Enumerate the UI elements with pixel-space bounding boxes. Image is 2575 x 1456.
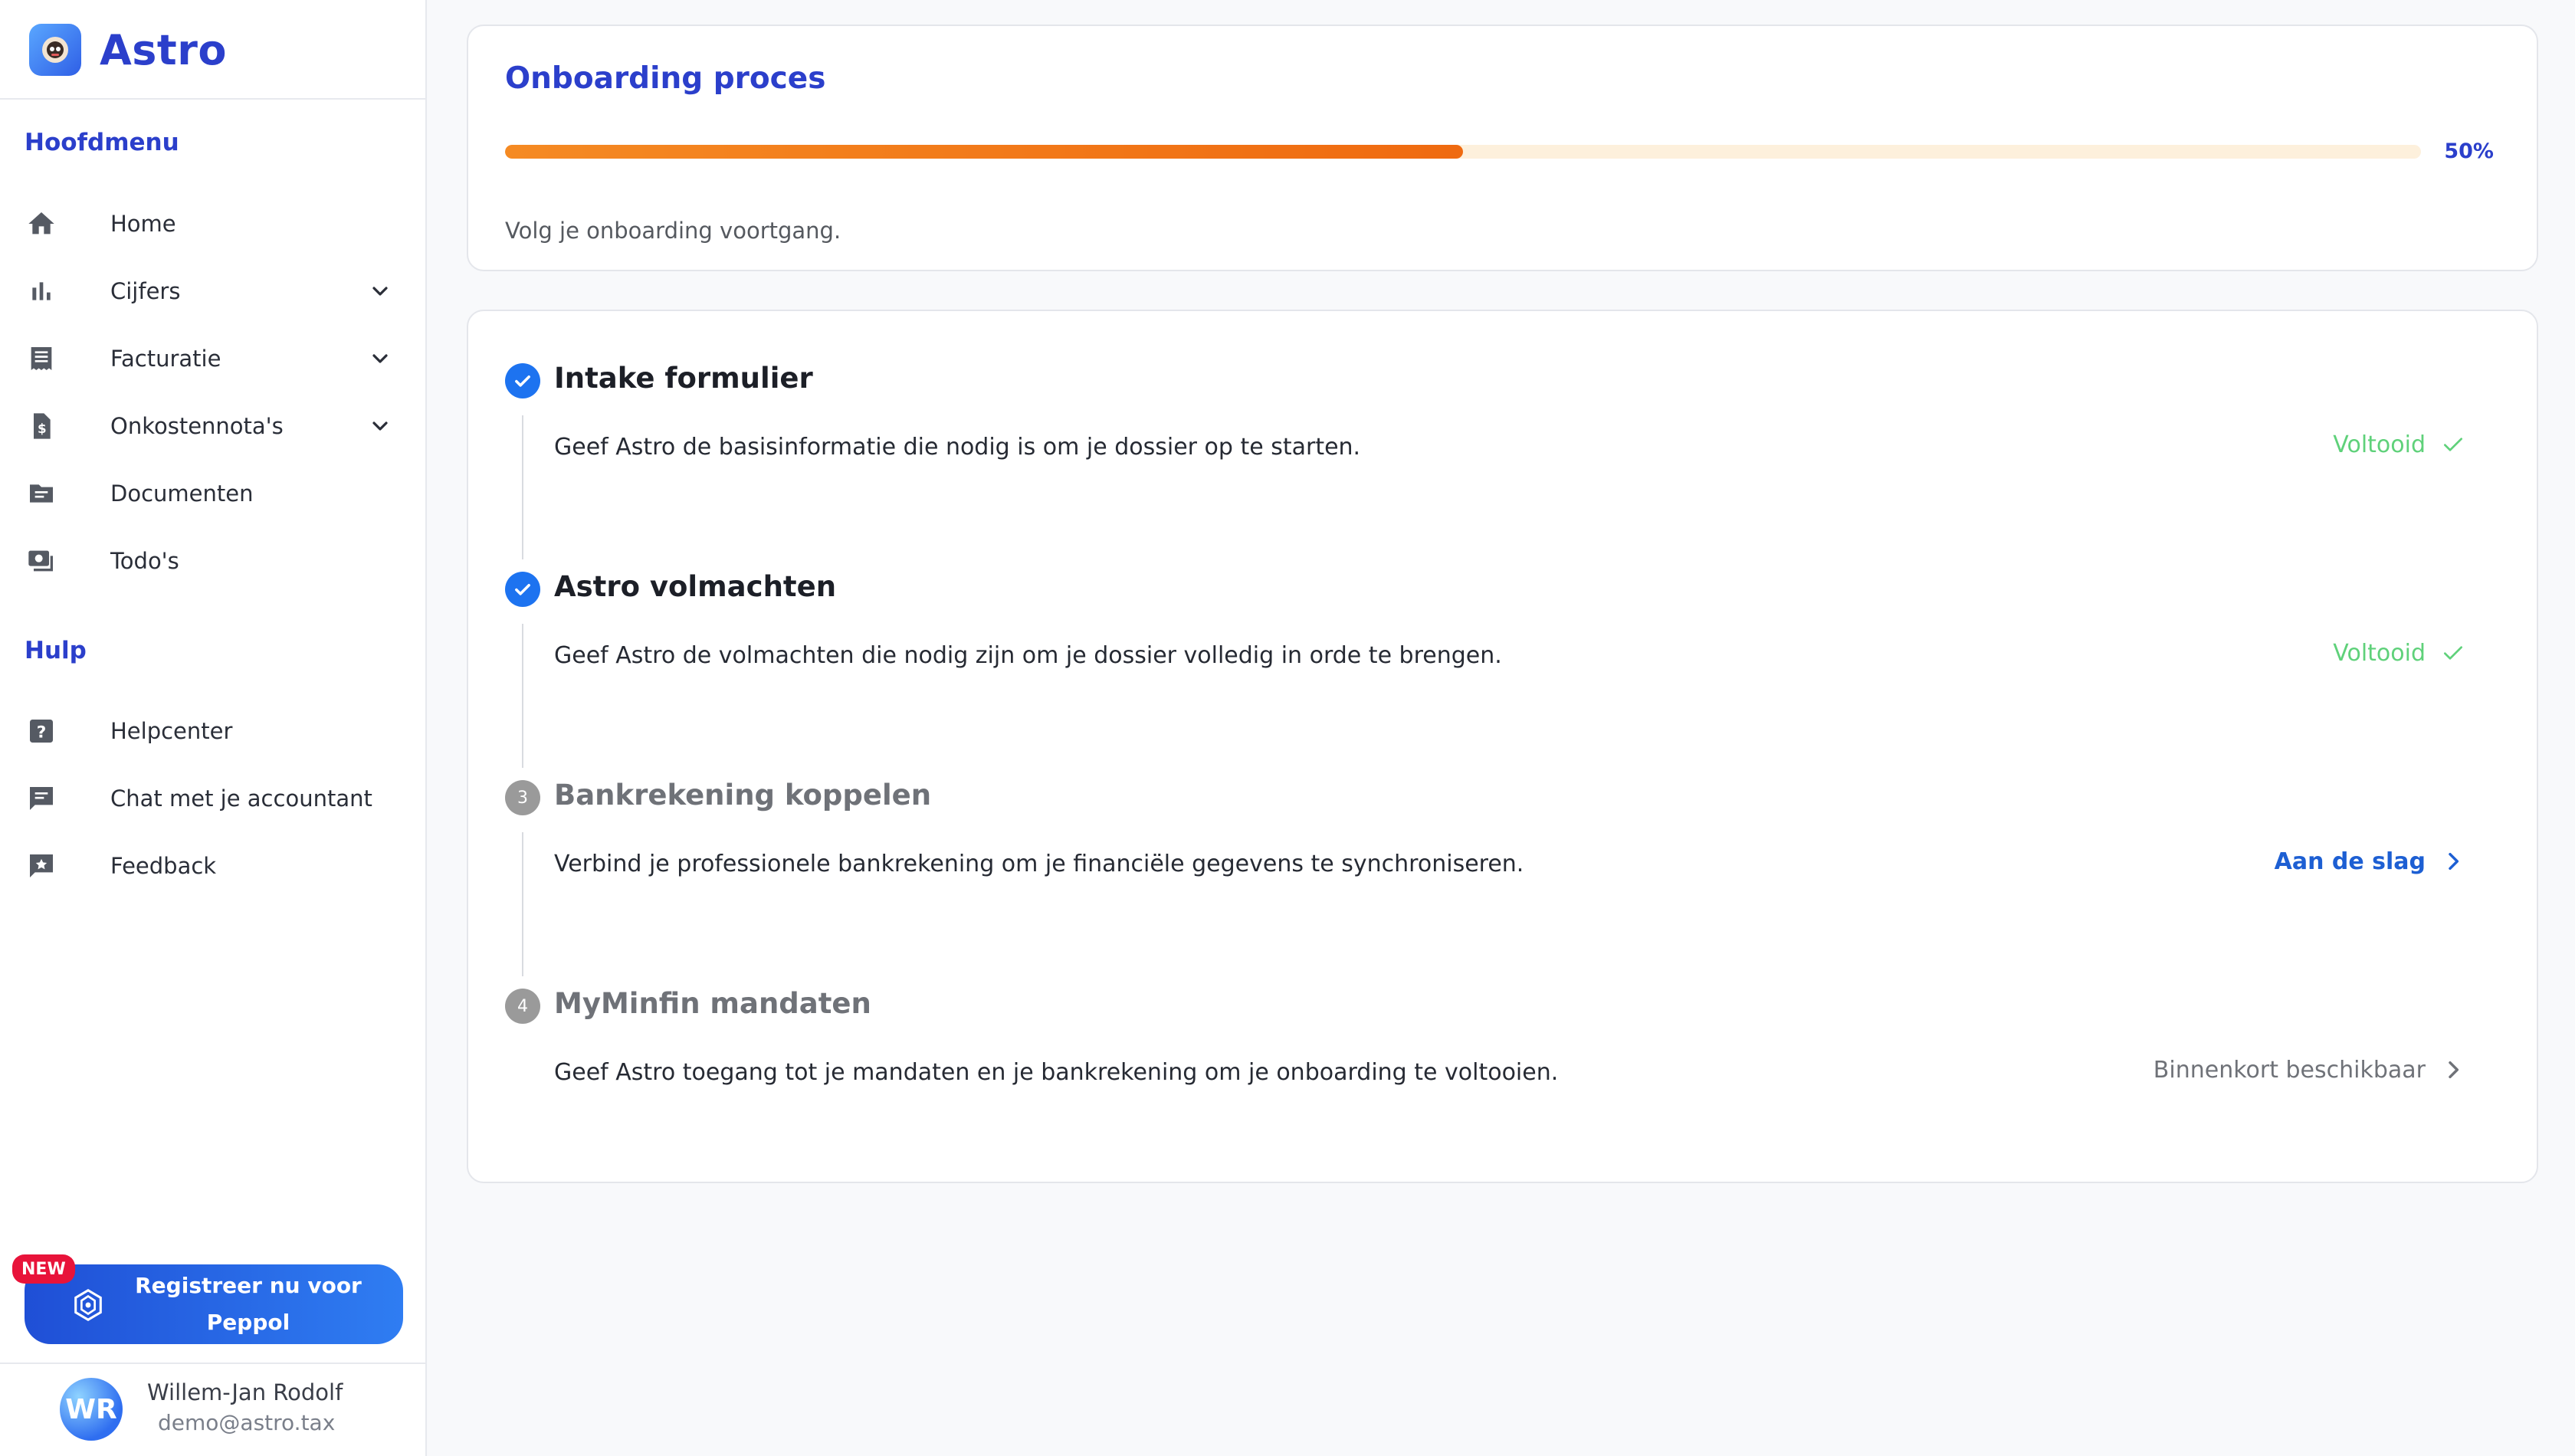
peppol-register-button[interactable]: Registreer nu voor Peppol [25,1264,403,1344]
step-description: Verbind je professionele bankrekening om… [554,851,1524,877]
peppol-label: Registreer nu voor Peppol [135,1273,362,1335]
sidebar-item-todos[interactable]: Todo's [25,538,408,584]
checkmark-icon [2439,639,2467,667]
step-number-badge: 4 [505,989,540,1024]
home-icon [25,207,58,241]
sidebar-item-label: Home [110,211,176,237]
onboarding-steps-card: Intake formulier Geef Astro de basisinfo… [467,310,2538,1183]
help-icon: ? [25,714,58,748]
step-number-badge: 3 [505,780,540,815]
onboarding-progress-card: Onboarding proces 50% Volg je onboarding… [467,25,2538,271]
page-title: Onboarding proces [505,61,826,96]
step-title: Intake formulier [554,362,813,395]
folder-icon [25,477,58,510]
step-connector [522,624,523,768]
step-title: Astro volmachten [554,570,837,603]
help-title: Hulp [25,637,87,664]
chevron-down-icon[interactable] [366,412,394,440]
divider [0,98,425,100]
checkmark-icon [2439,431,2467,458]
sidebar-item-label: Facturatie [110,346,221,372]
sidebar-item-label: Todo's [110,548,179,574]
avatar[interactable]: WR [60,1378,123,1441]
svg-text:$: $ [38,421,47,436]
step-description: Geef Astro de basisinformatie die nodig … [554,434,1361,461]
progress-fill [505,145,1463,159]
sidebar-item-feedback[interactable]: Feedback [25,843,408,889]
invoice-icon [25,342,58,375]
sidebar-item-label: Helpcenter [110,718,233,744]
step-check-icon [505,572,540,607]
user-email: demo@astro.tax [158,1410,336,1435]
progress-subtitle: Volg je onboarding voortgang. [505,218,841,244]
chevron-right-icon [2439,1056,2467,1084]
sidebar-item-facturatie[interactable]: Facturatie [25,336,408,382]
chat-icon [25,782,58,815]
step-title: Bankrekening koppelen [554,779,932,812]
new-badge: NEW [12,1254,75,1284]
step-status-completed: Voltooid [2333,431,2467,458]
step-description: Geef Astro de volmachten die nodig zijn … [554,642,1502,669]
coming-soon-action[interactable]: Binnenkort beschikbaar [2153,1056,2467,1084]
main-menu-title: Hoofdmenu [25,129,179,156]
sidebar-item-onkostennotas[interactable]: $ Onkostennota's [25,403,408,449]
svg-text:?: ? [37,723,47,742]
step-action-label: Binnenkort beschikbaar [2153,1056,2426,1084]
sidebar-item-label: Feedback [110,853,217,879]
sidebar-item-label: Chat met je accountant [110,785,372,812]
feedback-icon [25,849,58,883]
bar-chart-icon [25,274,58,308]
sidebar: Astro Hoofdmenu Home Cijfers Facturatie … [0,0,427,1456]
app-name: Astro [100,25,227,74]
chevron-right-icon [2439,848,2467,875]
step-connector [522,832,523,976]
get-started-button[interactable]: Aan de slag [2275,848,2467,875]
step-status-label: Voltooid [2333,431,2426,458]
brand[interactable]: Astro [29,23,227,77]
chevron-down-icon[interactable] [366,277,394,305]
step-action-label: Aan de slag [2274,848,2426,875]
progress-percentage: 50% [2444,139,2494,163]
step-check-icon [505,363,540,398]
user-name: Willem-Jan Rodolf [147,1379,343,1405]
sidebar-item-label: Cijfers [110,278,181,304]
step-connector [522,415,523,559]
step-description: Geef Astro toegang tot je mandaten en je… [554,1059,1559,1086]
sidebar-item-cijfers[interactable]: Cijfers [25,268,408,314]
peppol-icon [71,1287,106,1323]
sidebar-item-chat[interactable]: Chat met je accountant [25,776,408,821]
expense-icon: $ [25,409,58,443]
chevron-down-icon[interactable] [366,345,394,372]
sidebar-item-helpcenter[interactable]: ? Helpcenter [25,708,408,754]
divider [0,1363,425,1364]
astro-logo-icon [29,24,81,76]
sidebar-item-label: Onkostennota's [110,413,284,439]
step-title: MyMinfin mandaten [554,987,871,1020]
todo-icon [25,544,58,578]
sidebar-item-home[interactable]: Home [25,201,408,247]
sidebar-item-label: Documenten [110,480,254,507]
sidebar-item-documenten[interactable]: Documenten [25,471,408,516]
step-status-completed: Voltooid [2333,639,2467,667]
progress-bar [505,145,2421,159]
step-status-label: Voltooid [2333,639,2426,667]
